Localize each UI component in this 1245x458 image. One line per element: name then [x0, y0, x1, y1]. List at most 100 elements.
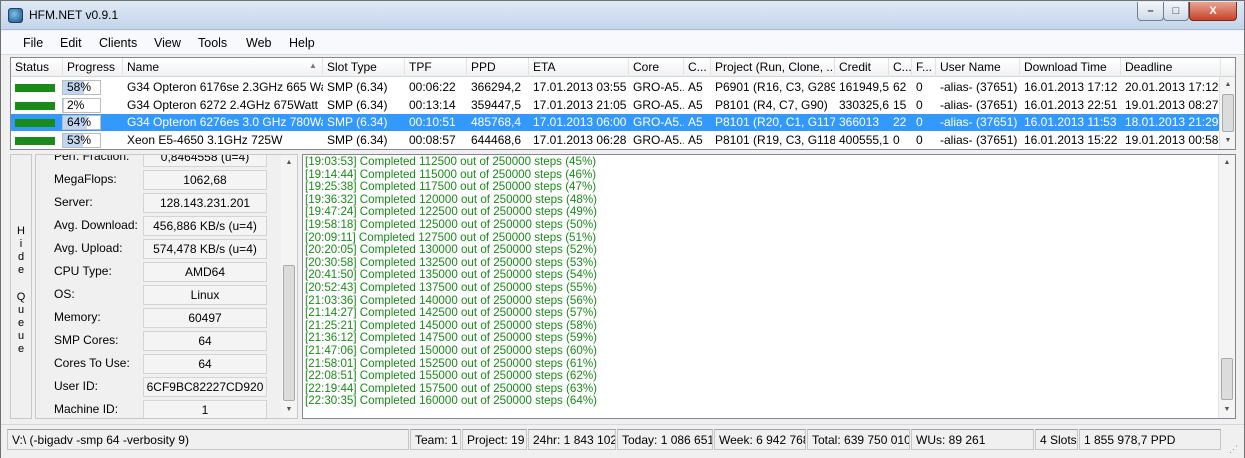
- col-slot-type[interactable]: Slot Type: [323, 58, 405, 77]
- scroll-down-icon[interactable]: ▼: [1219, 402, 1235, 418]
- info-row: CPU Type: AMD64: [36, 262, 286, 282]
- cell-core: GRO-A5...: [633, 115, 684, 129]
- col-core[interactable]: Core: [629, 58, 684, 77]
- info-label: Perf. Fraction:: [54, 154, 130, 163]
- main-window: HFM.NET v0.9.1 – □ X File Edit Clients V…: [0, 0, 1245, 458]
- col-core-id[interactable]: C...: [684, 58, 711, 77]
- info-row: Avg. Download: 456,886 KB/s (u=4): [36, 216, 286, 236]
- log-line: [20:09:11] Completed 127500 out of 25000…: [305, 230, 597, 244]
- info-label: Memory:: [54, 310, 101, 324]
- status-path: V:\ (-bigadv -smp 64 -verbosity 9): [7, 429, 409, 450]
- info-value[interactable]: Linux: [143, 285, 267, 305]
- cell-user: -alias- (37651): [940, 80, 1018, 94]
- table-row[interactable]: 58% G34 Opteron 6176se 2.3GHz 665 Watt SMP…: [11, 79, 1221, 96]
- log-line: [21:14:27] Completed 142500 out of 25000…: [305, 306, 597, 320]
- scroll-up-icon[interactable]: ▲: [1219, 155, 1235, 171]
- log-viewer[interactable]: [19:03:53] Completed 112500 out of 25000…: [302, 154, 1236, 419]
- table-row[interactable]: 2% G34 Opteron 6272 2.4GHz 675Watt SMP (6.…: [11, 97, 1221, 114]
- info-value[interactable]: 64: [143, 331, 267, 351]
- scroll-down-icon[interactable]: ▼: [1220, 133, 1235, 149]
- col-eta[interactable]: ETA: [529, 58, 629, 77]
- table-row[interactable]: 64% G34 Opteron 6276es 3.0 GHz 780Watt SMP…: [11, 114, 1221, 131]
- log-line: [20:20:05] Completed 130000 out of 25000…: [305, 243, 597, 257]
- col-tpf[interactable]: TPF: [405, 58, 467, 77]
- status-total: Total: 639 750 010: [807, 429, 910, 450]
- cell-credit: 366013: [839, 115, 880, 129]
- col-name[interactable]: Name: [123, 58, 323, 77]
- menu-clients[interactable]: Clients: [99, 36, 137, 50]
- info-value[interactable]: 0,8464558 (u=4): [143, 155, 267, 167]
- scroll-thumb[interactable]: [283, 265, 295, 401]
- col-completed[interactable]: C...: [889, 58, 912, 77]
- info-scrollbar[interactable]: ▲ ▼: [281, 155, 297, 418]
- status-project: Project: 19: [462, 429, 527, 450]
- col-user-name[interactable]: User Name: [936, 58, 1020, 77]
- cell-f: 0: [916, 80, 923, 94]
- slots-grid: Status Progress Name ▲ Slot Type TPF PPD…: [10, 57, 1236, 150]
- col-progress[interactable]: Progress: [63, 58, 123, 77]
- cell-core: GRO-A5...: [633, 97, 684, 112]
- info-value[interactable]: 574,478 KB/s (u=4): [143, 239, 267, 259]
- cell-deadline: 19.01.2013 00:58: [1125, 132, 1219, 147]
- cell-f: 0: [916, 115, 923, 129]
- col-status[interactable]: Status: [11, 58, 63, 77]
- info-row: OS: Linux: [36, 285, 286, 305]
- info-label: OS:: [54, 287, 75, 301]
- table-row[interactable]: 53% Xeon E5-4650 3.1GHz 725W SMP (6.34) 00:…: [11, 132, 1221, 149]
- info-label: Avg. Download:: [54, 218, 138, 232]
- info-value[interactable]: 64: [143, 354, 267, 374]
- menu-file[interactable]: File: [23, 36, 43, 50]
- col-download-time[interactable]: Download Time: [1020, 58, 1121, 77]
- cell-slot: SMP (6.34): [327, 115, 388, 129]
- scroll-thumb[interactable]: [1221, 358, 1233, 400]
- grid-scrollbar[interactable]: ▲ ▼: [1219, 77, 1235, 149]
- menu-help[interactable]: Help: [289, 36, 315, 50]
- scroll-up-icon[interactable]: ▲: [281, 155, 297, 171]
- progress-text: 64%: [67, 115, 92, 129]
- status-week: Week: 6 942 768: [714, 429, 806, 450]
- cell-download: 16.01.2013 17:12: [1024, 80, 1118, 94]
- col-deadline[interactable]: Deadline: [1121, 58, 1221, 77]
- cell-credit: 330325,6: [839, 97, 889, 112]
- title-bar[interactable]: HFM.NET v0.9.1 – □ X: [1, 1, 1244, 30]
- info-value[interactable]: 6CF9BC82227CD920: [143, 377, 267, 397]
- log-line: [21:47:06] Completed 150000 out of 25000…: [305, 344, 597, 357]
- col-project[interactable]: Project (Run, Clone, ...: [711, 58, 835, 77]
- scroll-down-icon[interactable]: ▼: [281, 402, 297, 418]
- log-line: [21:58:01] Completed 152500 out of 25000…: [305, 356, 597, 370]
- info-row: Perf. Fraction: 0,8464558 (u=4): [36, 154, 286, 167]
- info-value[interactable]: 1: [143, 400, 267, 418]
- cell-project: P8101 (R4, C7, G90): [715, 97, 828, 112]
- status-running-icon: [15, 101, 55, 110]
- close-button[interactable]: X: [1189, 2, 1237, 21]
- info-value[interactable]: 128.143.231.201: [143, 193, 267, 213]
- info-label: Cores To Use:: [54, 356, 130, 370]
- col-credit[interactable]: Credit: [835, 58, 889, 77]
- log-line: [22:19:44] Completed 157500 out of 25000…: [305, 381, 597, 395]
- info-value[interactable]: 60497: [143, 308, 267, 328]
- maximize-button[interactable]: □: [1163, 2, 1189, 21]
- status-24hr: 24hr: 1 843 102: [528, 429, 616, 450]
- cell-download: 16.01.2013 15:22: [1024, 132, 1118, 147]
- menu-web[interactable]: Web: [246, 36, 271, 50]
- menu-view[interactable]: View: [154, 36, 181, 50]
- info-row: SMP Cores: 64: [36, 331, 286, 351]
- scroll-up-icon[interactable]: ▲: [1220, 77, 1235, 93]
- cell-core: GRO-A5...: [633, 80, 684, 94]
- progress-text: 58%: [67, 80, 92, 94]
- cell-eta: 17.01.2013 06:28: [533, 132, 627, 147]
- hide-queue-button[interactable]: HideQueue: [10, 154, 32, 419]
- col-failed[interactable]: F...: [912, 58, 936, 77]
- info-value[interactable]: AMD64: [143, 262, 267, 282]
- menu-edit[interactable]: Edit: [60, 36, 82, 50]
- log-scrollbar[interactable]: ▲ ▼: [1218, 155, 1235, 418]
- minimize-button[interactable]: –: [1137, 2, 1164, 21]
- progress-text: 53%: [67, 132, 92, 147]
- col-ppd[interactable]: PPD: [467, 58, 529, 77]
- cell-user: -alias- (37651): [940, 115, 1018, 129]
- resize-grip-icon[interactable]: ⋰: [1229, 443, 1241, 455]
- info-value[interactable]: 456,886 KB/s (u=4): [143, 216, 267, 236]
- scroll-thumb[interactable]: [1222, 94, 1234, 132]
- menu-tools[interactable]: Tools: [198, 36, 227, 50]
- info-value[interactable]: 1062,68: [143, 170, 267, 190]
